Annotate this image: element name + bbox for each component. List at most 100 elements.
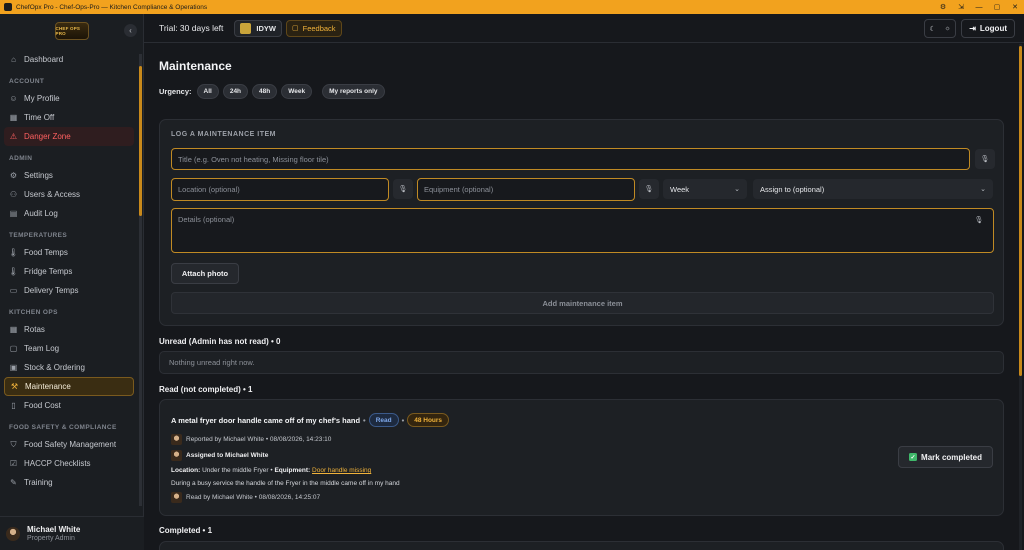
sidebar-scrollbar-thumb[interactable]	[139, 66, 142, 216]
sun-icon[interactable]: ☼	[944, 25, 950, 32]
checkbox-icon: ✓	[909, 453, 918, 461]
sidebar-item-danger-zone[interactable]: ⚠ Danger Zone	[4, 127, 134, 146]
read-by: Read by Michael White • 08/08/2026, 14:2…	[171, 492, 320, 503]
urgency-select-value: Week	[670, 184, 690, 194]
window-maximize-button[interactable]: ▢	[988, 0, 1006, 14]
unread-section-title: Unread (Admin has not read) • 0	[159, 337, 281, 346]
task-details: During a busy service the handle of the …	[171, 480, 400, 487]
warning-icon: ⚠	[9, 132, 18, 141]
app-logo[interactable]: CHEF OPS PRO	[54, 22, 89, 40]
document-icon: ▯	[11, 401, 16, 410]
sidebar-item-time-off[interactable]: ▦ Time Off	[4, 108, 134, 127]
maintenance-task-card[interactable]: A metal fryer door handle came off of my…	[159, 399, 1004, 516]
topbar: Trial: 30 days left IDYW ▢ Feedback ☾ ☼ …	[144, 14, 1024, 43]
urgency-badge: 48 Hours	[407, 413, 450, 427]
sidebar-item-label: Maintenance	[25, 382, 71, 391]
window-titlebar: ChefOpx Pro - Chef-Ops-Pro — Kitchen Com…	[0, 0, 1024, 14]
sidebar-item-maintenance[interactable]: ⚒ Maintenance	[4, 377, 134, 396]
collapse-sidebar-button[interactable]: ‹	[124, 24, 137, 37]
location-mic-icon[interactable]: 🎙︎	[393, 179, 413, 199]
window-close-button[interactable]: ✕	[1006, 0, 1024, 14]
sidebar-item-label: Stock & Ordering	[24, 363, 85, 372]
title-input[interactable]: Title (e.g. Oven not heating, Missing fl…	[171, 148, 970, 170]
location-input[interactable]: Location (optional)	[171, 178, 389, 201]
window-settings-icon[interactable]: ⚙	[934, 0, 952, 14]
logout-icon: ⇥	[969, 24, 976, 33]
sidebar-item-audit-log[interactable]: ▤ Audit Log	[4, 204, 134, 223]
sidebar-item-label: Food Safety Management	[24, 440, 117, 449]
app-icon	[4, 3, 12, 11]
moon-icon[interactable]: ☾	[930, 25, 936, 33]
thermometer-icon: 🌡︎	[8, 267, 19, 276]
task-title: A metal fryer door handle came off of my…	[171, 415, 361, 425]
sidebar-item-haccp-checklists[interactable]: ☑ HACCP Checklists	[4, 454, 134, 473]
theme-toggle[interactable]: ☾ ☼	[924, 19, 957, 38]
mark-completed-button[interactable]: ✓ Mark completed	[898, 446, 993, 468]
feedback-label: Feedback	[302, 23, 336, 33]
window-minimize-button[interactable]: —	[970, 0, 988, 14]
main-content: Maintenance Urgency: All 24h 48h Week My…	[144, 44, 1024, 550]
reported-by-text: Reported by Michael White • 08/08/2026, …	[186, 436, 332, 443]
sidebar-item-food-safety-management[interactable]: ⛉ Food Safety Management	[4, 435, 134, 454]
organisation-switcher[interactable]: IDYW	[234, 19, 282, 37]
log-maintenance-card: LOG A MAINTENANCE ITEM Title (e.g. Oven …	[159, 119, 1004, 326]
equipment-link[interactable]: Door handle missing	[312, 467, 371, 474]
chevron-down-icon: ⌄	[734, 186, 740, 193]
card-heading: LOG A MAINTENANCE ITEM	[171, 131, 276, 138]
sidebar-item-stock-ordering[interactable]: ▣ Stock & Ordering	[4, 358, 134, 377]
filter-48h[interactable]: 48h	[252, 84, 278, 99]
sidebar-item-label: Food Temps	[24, 248, 68, 257]
filter-week[interactable]: Week	[281, 84, 313, 99]
sidebar-item-my-profile[interactable]: ☺ My Profile	[4, 89, 134, 108]
sidebar-item-dashboard[interactable]: ⌂ Dashboard	[4, 50, 134, 69]
sidebar-item-team-log[interactable]: ▢ Team Log	[4, 339, 134, 358]
sidebar-item-label: My Profile	[24, 94, 60, 103]
sidebar-item-food-cost[interactable]: ▯ Food Cost	[4, 396, 134, 415]
sidebar-item-label: Settings	[24, 171, 53, 180]
my-reports-only-toggle[interactable]: My reports only	[322, 84, 385, 99]
sidebar-item-fridge-temps[interactable]: 🌡︎ Fridge Temps	[4, 262, 134, 281]
filter-all[interactable]: All	[196, 84, 219, 99]
title-mic-icon[interactable]: 🎙︎	[975, 149, 995, 169]
equipment-input[interactable]: Equipment (optional)	[417, 178, 635, 201]
sidebar-item-settings[interactable]: ⚙ Settings	[4, 166, 134, 185]
sidebar-item-label: Food Cost	[24, 401, 61, 410]
log-icon: ▤	[9, 209, 18, 218]
sidebar-item-users-access[interactable]: ⚇ Users & Access	[4, 185, 134, 204]
sidebar-section-title: FOOD SAFETY & COMPLIANCE	[9, 424, 117, 431]
sidebar-item-delivery-temps[interactable]: ▭ Delivery Temps	[4, 281, 134, 300]
filter-24h[interactable]: 24h	[222, 84, 249, 99]
urgency-select[interactable]: Week ⌄	[663, 179, 747, 199]
home-icon: ⌂	[11, 55, 16, 64]
main-scrollbar-thumb[interactable]	[1019, 46, 1022, 376]
feedback-button[interactable]: ▢ Feedback	[286, 19, 342, 37]
assign-to-select[interactable]: Assign to (optional) ⌄	[753, 179, 993, 199]
sidebar-user[interactable]: Michael White Property Admin	[0, 516, 144, 550]
assigned-to: Assigned to Michael White	[171, 450, 268, 461]
sidebar-item-label: Delivery Temps	[24, 286, 79, 295]
logout-button[interactable]: ⇥ Logout	[961, 19, 1015, 38]
sidebar-section-title: KITCHEN OPS	[9, 309, 58, 316]
urgency-label: Urgency:	[159, 87, 192, 96]
assigned-to-text: Assigned to Michael White	[186, 452, 269, 459]
gear-icon: ⚙	[9, 171, 18, 180]
add-maintenance-item-button[interactable]: Add maintenance item	[171, 292, 994, 314]
calendar-icon: ▦	[9, 113, 18, 122]
equipment-mic-icon[interactable]: 🎙︎	[639, 179, 659, 199]
sidebar-item-food-temps[interactable]: 🌡︎ Food Temps	[4, 243, 134, 262]
sidebar-item-label: Rotas	[24, 325, 45, 334]
box-icon: ▣	[9, 363, 18, 372]
organisation-name: IDYW	[256, 23, 276, 33]
completed-task-card[interactable]	[159, 541, 1004, 550]
unread-empty-state: Nothing unread right now.	[159, 351, 1004, 374]
sidebar-item-label: Time Off	[24, 113, 55, 122]
sidebar-nav: ⌂ Dashboard ACCOUNT ☺ My Profile ▦ Time …	[0, 48, 144, 514]
window-fullscreen-icon[interactable]: ⇲	[952, 0, 970, 14]
sidebar-item-rotas[interactable]: ▦ Rotas	[4, 320, 134, 339]
attach-photo-button[interactable]: Attach photo	[171, 263, 239, 284]
assign-to-select-value: Assign to (optional)	[760, 184, 825, 194]
details-textarea[interactable]: Details (optional)	[171, 208, 994, 253]
sidebar-item-training[interactable]: ✎ Training	[4, 473, 134, 492]
details-mic-icon[interactable]: 🎙︎	[971, 212, 987, 228]
graduation-icon: ✎	[10, 478, 17, 487]
